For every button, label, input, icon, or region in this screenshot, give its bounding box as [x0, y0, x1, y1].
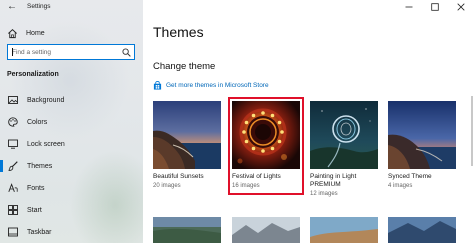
- back-arrow-icon[interactable]: ←: [7, 1, 17, 13]
- premium-badge: PREMIUM: [310, 181, 341, 188]
- personalization-nav: Background Colors Lock screen Themes Fon…: [0, 89, 143, 243]
- sunset-image: [153, 101, 221, 169]
- search-icon[interactable]: [122, 48, 131, 57]
- palette-icon: [8, 117, 18, 127]
- synced-theme-image: [388, 101, 456, 169]
- sidebar-item-taskbar[interactable]: Taskbar: [0, 221, 143, 243]
- theme-name: Synced Theme: [388, 173, 432, 180]
- theme-image-count: 20 images: [153, 183, 181, 189]
- theme-thumbnail-sunsets: [153, 101, 221, 169]
- sidebar-item-fonts[interactable]: Fonts: [0, 177, 143, 199]
- theme-image-count: 4 images: [388, 183, 413, 189]
- home-icon: [8, 28, 17, 38]
- theme-thumbnail-row2-2: [232, 217, 300, 243]
- main-panel: Themes Change theme Get more themes in M…: [143, 0, 474, 243]
- theme-tile-row2-2[interactable]: [232, 217, 300, 243]
- page-title: Themes: [153, 24, 204, 40]
- sidebar-item-background[interactable]: Background: [0, 89, 143, 111]
- sidebar-item-colors[interactable]: Colors: [0, 111, 143, 133]
- sidebar-item-label: Background: [27, 96, 65, 104]
- sidebar-item-label: Lock screen: [27, 140, 65, 148]
- background-image-icon: [8, 96, 18, 104]
- close-icon: [457, 3, 465, 11]
- search-box[interactable]: [7, 44, 135, 60]
- themes-brush-icon: [8, 161, 18, 171]
- lock-screen-icon: [8, 139, 18, 149]
- title-bar: ← Settings: [0, 0, 143, 14]
- section-label-personalization: Personalization: [7, 71, 59, 78]
- theme-thumbnail-row2-1: [153, 217, 221, 243]
- sidebar-item-label: Fonts: [27, 184, 45, 192]
- theme-name: Painting in Light: [310, 173, 357, 180]
- theme-thumbnail-painting: [310, 101, 378, 169]
- sidebar-item-themes[interactable]: Themes: [0, 155, 143, 177]
- theme-thumbnail-synced: [388, 101, 456, 169]
- selected-theme-highlight: [228, 97, 304, 195]
- nav-home-label: Home: [26, 29, 45, 37]
- theme-tile-row2-3[interactable]: [310, 217, 378, 243]
- painting-in-light-image: [310, 101, 378, 169]
- fonts-icon: [8, 183, 18, 192]
- minimize-button[interactable]: [396, 0, 422, 14]
- text-cursor: [12, 48, 13, 56]
- get-more-themes-label: Get more themes in Microsoft Store: [166, 82, 269, 89]
- window-controls: [396, 0, 474, 14]
- close-button[interactable]: [448, 0, 474, 14]
- start-menu-icon: [8, 205, 18, 215]
- window-title: Settings: [27, 3, 51, 10]
- sidebar-item-start[interactable]: Start: [0, 199, 143, 221]
- minimize-icon: [405, 6, 413, 8]
- maximize-button[interactable]: [422, 0, 448, 14]
- taskbar-icon: [8, 227, 18, 237]
- search-input[interactable]: [8, 45, 120, 59]
- theme-name: Beautiful Sunsets: [153, 173, 204, 180]
- theme-thumbnail-row2-3: [310, 217, 378, 243]
- sidebar-item-label: Taskbar: [27, 228, 52, 236]
- scrollbar[interactable]: [471, 96, 473, 166]
- sidebar: ← Settings Home Personalization: [0, 0, 143, 243]
- settings-window: ← Settings Home Personalization: [0, 0, 474, 243]
- sidebar-item-label: Colors: [27, 118, 48, 126]
- theme-image-count: 12 images: [310, 191, 338, 197]
- theme-tile-row2-4[interactable]: [388, 217, 456, 243]
- sidebar-item-lock-screen[interactable]: Lock screen: [0, 133, 143, 155]
- maximize-icon: [431, 3, 439, 11]
- sidebar-item-label: Start: [27, 206, 42, 214]
- theme-tile-row2-1[interactable]: [153, 217, 221, 243]
- change-theme-heading: Change theme: [153, 61, 216, 72]
- get-more-themes-link[interactable]: Get more themes in Microsoft Store: [153, 81, 269, 90]
- microsoft-store-icon: [153, 81, 162, 90]
- nav-home[interactable]: Home: [7, 27, 45, 39]
- sidebar-item-label: Themes: [27, 162, 53, 170]
- theme-thumbnail-row2-4: [388, 217, 456, 243]
